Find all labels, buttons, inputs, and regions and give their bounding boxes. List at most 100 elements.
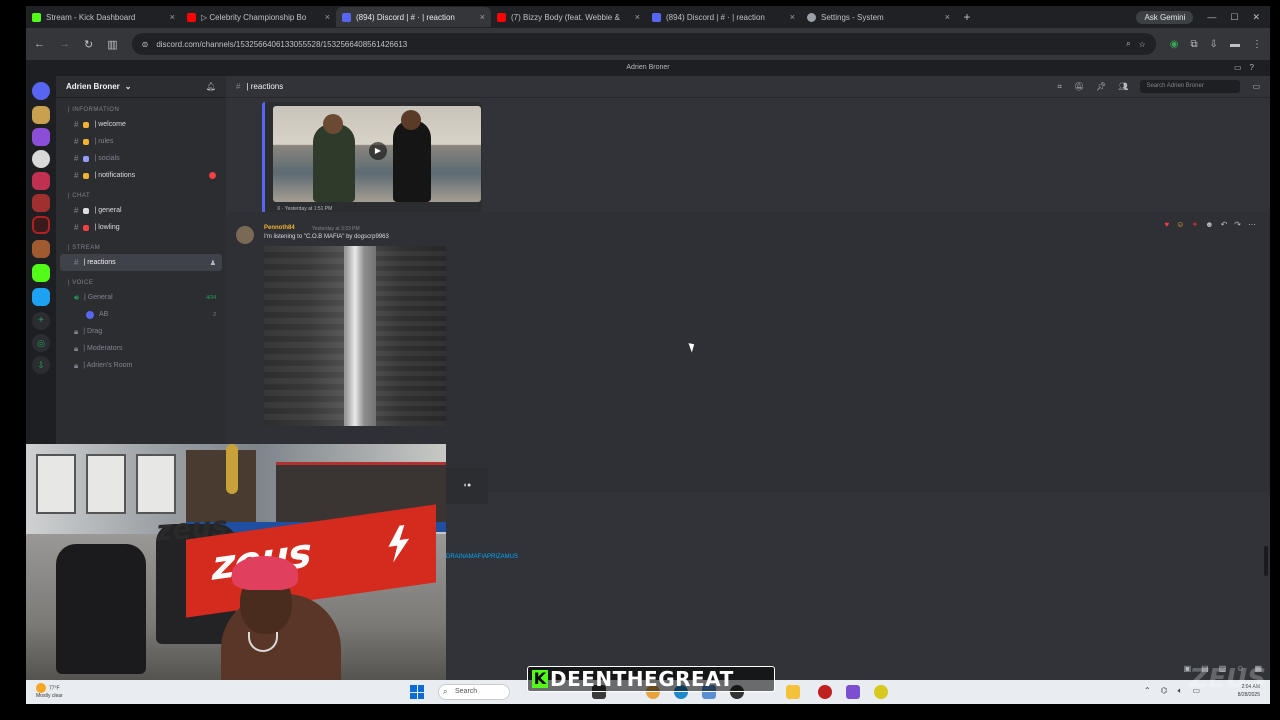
zoom-icon[interactable]: ⌕ (1126, 39, 1130, 49)
taskbar-search-label: Search (455, 688, 478, 695)
play-icon[interactable]: ▶ (369, 142, 387, 160)
explore-icon[interactable]: ◎ (32, 334, 50, 352)
server-icon-direct-messages[interactable] (32, 82, 50, 100)
server-icon[interactable] (32, 150, 50, 168)
category-information[interactable]: | INFORMATION (56, 104, 226, 116)
category-chat[interactable]: | CHAT (56, 190, 226, 202)
url-text[interactable]: discord.com/channels/1532566406133055528… (156, 40, 1118, 49)
server-icon[interactable] (32, 264, 50, 282)
server-icon[interactable] (32, 240, 50, 258)
category-stream[interactable]: | STREAM (56, 242, 226, 254)
volume-tray-icon[interactable]: 🔈︎ (1178, 686, 1183, 696)
menu-kebab-icon[interactable]: ⋮ (1252, 39, 1262, 50)
maximize-icon[interactable]: ☐ (1230, 12, 1238, 23)
avatar[interactable] (236, 226, 254, 244)
add-reaction-icon[interactable]: ☻ (1205, 220, 1213, 229)
channel-reactions[interactable]: # | reactions ♟ (60, 254, 222, 271)
app-purple-icon[interactable] (846, 685, 860, 699)
message-link[interactable]: DRAINAMAFIAPRIZAMUS (446, 554, 518, 560)
tab-settings[interactable]: Settings - System × (801, 7, 956, 27)
server-icon[interactable] (32, 172, 50, 190)
voice-channel-general[interactable]: 🔊︎ | General 4/34 (60, 289, 222, 306)
file-explorer-icon[interactable] (786, 685, 800, 699)
extensions-puzzle-icon[interactable]: ⧉ (1190, 39, 1197, 50)
video-thumbnail[interactable]: ▶ (273, 106, 481, 202)
tab-discord-2[interactable]: (894) Discord | # · | reaction × (646, 7, 801, 27)
voice-channel-adriens-room[interactable]: 🔒︎ | Adrien's Room (60, 357, 222, 374)
extension-icon[interactable]: ◉ (1170, 39, 1179, 50)
add-member-icon[interactable]: ♟ (210, 259, 216, 267)
voice-channel-drag[interactable]: 🔒︎ | Drag (60, 323, 222, 340)
video-embed[interactable]: ▶ X · Yesterday at 1:51 PM (262, 102, 482, 222)
download-icon[interactable]: ⇩ (1210, 39, 1218, 50)
category-voice[interactable]: | VOICE (56, 277, 226, 289)
unread-badge (209, 172, 216, 179)
channel-notifications[interactable]: # | notifications (60, 167, 222, 184)
server-icon[interactable] (32, 106, 50, 124)
minimize-icon[interactable]: — (1207, 12, 1216, 22)
close-tab-icon[interactable]: × (945, 12, 950, 22)
message-image-attachment[interactable] (264, 246, 446, 426)
ask-gemini-button[interactable]: Ask Gemini (1136, 10, 1194, 24)
new-tab-button[interactable]: + (956, 10, 978, 24)
close-tab-icon[interactable]: × (790, 12, 795, 22)
close-window-icon[interactable]: ✕ (1252, 12, 1260, 23)
inbox-icon[interactable]: ▭ (1252, 82, 1260, 91)
site-info-icon[interactable]: ⊜ (142, 40, 149, 49)
server-icon[interactable] (32, 128, 50, 146)
channel-welcome[interactable]: # | welcome (60, 116, 222, 133)
close-tab-icon[interactable]: × (480, 12, 485, 22)
close-tab-icon[interactable]: × (170, 12, 175, 22)
forward-icon[interactable]: ↷ (1234, 220, 1241, 229)
channel-general[interactable]: # | general (60, 202, 222, 219)
app-yellow-icon[interactable] (874, 685, 888, 699)
windows-start-icon[interactable] (410, 685, 424, 699)
bookmark-star-icon[interactable]: ☆ (1139, 40, 1146, 49)
forward-icon[interactable]: → (59, 38, 70, 50)
tab-youtube-championship[interactable]: ▷ Celebrity Championship Bo × (181, 7, 336, 27)
network-icon[interactable]: ⌬ (1161, 686, 1168, 696)
close-tab-icon[interactable]: × (325, 12, 330, 22)
tab-kick-dashboard[interactable]: Stream - Kick Dashboard × (26, 7, 181, 27)
search-input[interactable]: Search Adrien Broner (1140, 80, 1241, 93)
app-red-icon[interactable] (818, 685, 832, 699)
profile-icon[interactable]: ▬ (1230, 39, 1240, 50)
download-apps-icon[interactable]: ⇩ (32, 356, 50, 374)
channel-socials[interactable]: # | socials (60, 150, 222, 167)
pinned-messages-icon[interactable]: 📌︎ (1096, 82, 1106, 91)
threads-icon[interactable]: ⌗ (1057, 82, 1062, 92)
server-header[interactable]: Adrien Broner ⌄ 🔔︎ (56, 76, 226, 98)
channel-rules[interactable]: # | rules (60, 133, 222, 150)
notification-settings-icon[interactable]: 🔕︎ (1074, 82, 1084, 91)
add-server-icon[interactable]: + (32, 312, 50, 330)
back-icon[interactable]: ← (34, 38, 45, 50)
server-icon[interactable] (32, 194, 50, 212)
sidebar-toggle-icon[interactable]: ▥ (107, 38, 117, 51)
more-options-icon[interactable]: ⋯ (1248, 220, 1256, 229)
chevron-up-icon[interactable]: ⌃ (1144, 686, 1151, 696)
voice-user[interactable]: AB 2 (60, 306, 222, 323)
weather-widget[interactable]: 77°F Mostly clear (36, 683, 63, 700)
tab-youtube-bizzy-body[interactable]: (7) Bizzy Body (feat. Webbie & × (491, 7, 646, 27)
message-author[interactable]: Pennoth84 (264, 225, 295, 231)
reply-icon[interactable]: ↶ (1221, 220, 1228, 229)
tab-discord-active[interactable]: (894) Discord | # · | reaction × (336, 7, 491, 27)
close-tab-icon[interactable]: × (635, 12, 640, 22)
taskbar-search[interactable]: ⌕ Search (438, 684, 510, 700)
server-icon[interactable] (32, 288, 50, 306)
member-list-icon[interactable]: 👥︎ (1118, 82, 1128, 91)
channel-lowling[interactable]: # | lowling (60, 219, 222, 236)
reload-icon[interactable]: ↻ (84, 38, 93, 51)
inbox-icon[interactable]: ▭ (1234, 63, 1250, 72)
notification-bell-icon[interactable]: 🔔︎ (206, 82, 216, 91)
heart-reaction-icon[interactable]: ♥ (1165, 220, 1170, 229)
address-bar[interactable]: ⊜ discord.com/channels/15325664061330555… (131, 33, 1156, 55)
chat-scrollbar[interactable] (1264, 546, 1268, 576)
reaction-icon[interactable]: ✦ (1191, 220, 1198, 229)
help-icon[interactable]: ? (1250, 63, 1262, 72)
server-icon-adrien-broner[interactable] (32, 216, 50, 234)
voice-channel-moderators[interactable]: 🔒︎ | Moderators (60, 340, 222, 357)
emoji-reaction-icon[interactable]: ☺ (1176, 220, 1184, 229)
volume-icon[interactable]: ◖● (446, 468, 488, 504)
gym-window (86, 454, 126, 514)
